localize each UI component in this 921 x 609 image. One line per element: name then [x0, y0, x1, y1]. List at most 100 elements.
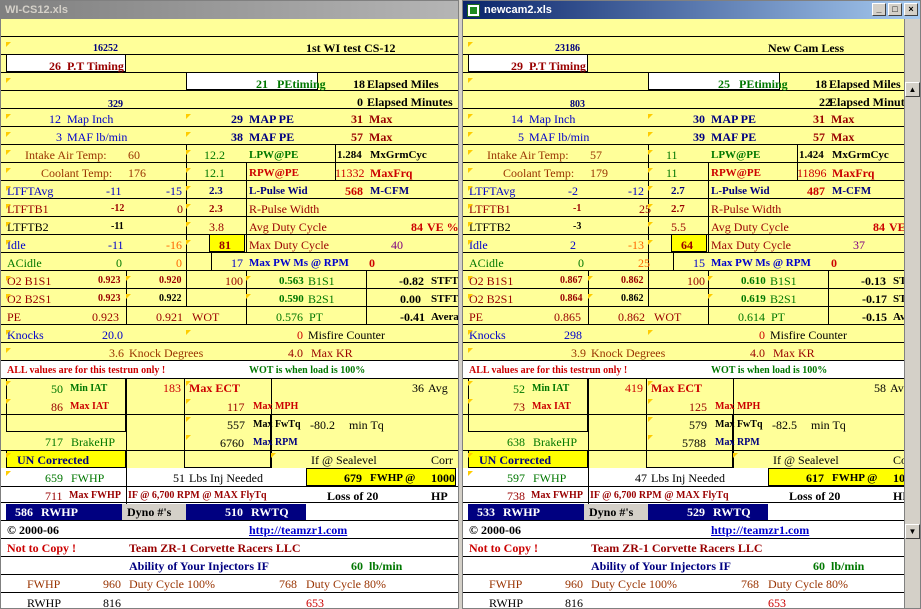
left-map-inch-value: 12 — [49, 112, 61, 126]
right-corr-label: Corr — [893, 453, 904, 467]
scroll-down-icon[interactable]: ▼ — [905, 524, 920, 539]
left-sheet[interactable]: 81 586 RWHP Dyno #'s 510 RWTQ http://teamzr1.c… — [1, 19, 458, 608]
right-ve-value: 84 — [873, 220, 885, 234]
right-top-number: 23186 — [555, 43, 580, 54]
right-max-fwhp-value: 738 — [507, 489, 525, 503]
right-misfire-value: 0 — [759, 328, 765, 342]
left-copyright-text: © 2000-06 — [7, 523, 59, 537]
right-lpulse-value: 2.7 — [671, 185, 685, 197]
right-map-max-label: Max — [831, 112, 855, 126]
minimize-icon[interactable]: _ — [872, 3, 886, 16]
right-map-inch-value: 14 — [511, 112, 523, 126]
left-fwhp-box-1000: 1000 — [431, 471, 455, 485]
right-max-duty-label: Max Duty Cycle — [711, 238, 791, 252]
right-fwhp2-label: FWHP — [489, 577, 523, 591]
left-fwhp2-label: FWHP — [27, 577, 61, 591]
left-maf-label: MAF lb/min — [67, 130, 128, 144]
right-ltftb2-a: -3 — [573, 221, 582, 232]
right-maf-value: 5 — [518, 130, 524, 144]
right-rpw-pe-value: 11 — [666, 166, 678, 180]
restore-icon[interactable]: □ — [888, 3, 902, 16]
right-b1s1-value: 0.610 — [741, 275, 766, 287]
right-maf-pe-value: 39 — [693, 130, 705, 144]
left-max-mph-label: Max MPH — [253, 401, 299, 412]
left-ltftavg-a: -11 — [106, 184, 122, 198]
left-fwhp-box-value: 679 — [344, 471, 362, 485]
left-pt-row-value: 0.576 — [276, 310, 303, 324]
vertical-scrollbar[interactable]: ▲ ▼ — [904, 19, 920, 608]
left-brakehp-value: 717 — [45, 435, 63, 449]
right-fwhp-value: 597 — [507, 471, 525, 485]
right-if-6700-note: IF @ 6,700 RPM @ MAX FlyTq — [590, 490, 729, 501]
right-rwhp2-label: RWHP — [489, 596, 524, 608]
right-pe-a: 0.865 — [554, 310, 581, 324]
right-titlebar[interactable]: newcam2.xls _ □ × — [463, 1, 920, 19]
left-if-sealevel-label: If @ Sealevel — [311, 453, 377, 467]
left-pt-timing-value: 26 — [49, 59, 61, 73]
left-rwhp-label: RWHP — [41, 505, 78, 519]
right-min-iat-value: 52 — [513, 382, 525, 396]
left-map-max-value: 31 — [351, 112, 363, 126]
left-pe-b: 0.921 — [156, 310, 183, 324]
left-ltftavg-label: LTFTAvg — [7, 184, 54, 198]
right-ltftavg-a: -2 — [568, 184, 578, 198]
left-misfire-value: 0 — [297, 328, 303, 342]
right-max-rpm-label: Max RPM — [715, 437, 760, 448]
right-maf-pe-label: MAF PE — [711, 130, 757, 144]
right-url-link[interactable]: http://teamzr1.com — [711, 522, 809, 538]
right-max-mph-label: Max MPH — [715, 401, 761, 412]
left-stft2-value: 0.00 — [400, 292, 421, 306]
left-rwhp-value: 586 — [15, 505, 33, 519]
right-lbs-label: Lbs Inj Needed — [651, 471, 725, 485]
right-fwhp-label: FWHP — [533, 471, 567, 485]
left-titlebar[interactable]: WI-CS12.xls — [1, 1, 458, 19]
close-icon[interactable]: × — [904, 3, 918, 16]
right-maf-max-value: 57 — [813, 130, 825, 144]
left-b2s1-label: B2S1 — [308, 292, 335, 306]
left-lbs-label: Lbs Inj Needed — [189, 471, 263, 485]
right-rpw-pe-label: RPW@PE — [711, 167, 761, 179]
left-rwtq-value: 510 — [225, 505, 243, 519]
left-mcfm-label: M-CFM — [370, 185, 410, 197]
left-acidle-label: ACidle — [7, 256, 42, 270]
right-iat-label: Intake Air Temp: — [487, 148, 569, 162]
left-dyno-label: Dyno #'s — [127, 505, 172, 519]
right-wot-label: WOT — [654, 310, 682, 324]
right-idle-a: 2 — [570, 238, 576, 252]
left-url-link[interactable]: http://teamzr1.com — [249, 522, 347, 538]
right-ltftb1-a: -1 — [573, 203, 582, 214]
right-map-pe-label: MAP PE — [711, 112, 756, 126]
left-ltftb2-label: LTFTB2 — [7, 220, 49, 234]
right-copyright-text: © 2000-06 — [469, 523, 521, 537]
left-max-pw-rpm: 0 — [369, 256, 375, 270]
left-map-pe-label: MAP PE — [249, 112, 294, 126]
right-workbook-window[interactable]: newcam2.xls _ □ × 64 533 RWHP Dyno #'s 529 RW… — [462, 0, 921, 609]
right-sheet[interactable]: 64 533 RWHP Dyno #'s 529 RWTQ http://teamzr1.c… — [463, 19, 904, 608]
left-max-pw-value: 17 — [231, 256, 243, 270]
right-not-copy-text: Not to Copy ! — [469, 541, 538, 555]
left-knocks-value: 20.0 — [102, 328, 123, 342]
right-hp-label: HP — [893, 489, 904, 503]
right-b1s1-label: B1S1 — [770, 274, 797, 288]
right-ability-label: Ability of Your Injectors IF — [591, 559, 731, 573]
right-maxfrq-label: MaxFrq — [832, 166, 875, 180]
right-max-fwtq-value: 579 — [689, 418, 707, 432]
left-pe-a: 0.923 — [92, 310, 119, 324]
left-b1s1-label: B1S1 — [308, 274, 335, 288]
left-b1s1-value: 0.563 — [279, 275, 304, 287]
left-avg2-label: Avg — [428, 381, 448, 395]
left-min-iat-label: Min IAT — [70, 383, 108, 394]
right-lb-min-value: 60 — [813, 559, 825, 573]
right-all-values-note: ALL values are for this testrun only ! — [469, 365, 628, 376]
right-lpw-pe-value: 11 — [666, 148, 678, 162]
scroll-up-icon[interactable]: ▲ — [905, 82, 920, 97]
left-hp-label: HP — [431, 489, 448, 503]
left-pt-row-label: PT — [309, 310, 324, 324]
left-o2b2s1-a: 0.923 — [98, 293, 121, 304]
left-brakehp-label: BrakeHP — [71, 435, 115, 449]
left-iat-value: 60 — [128, 148, 140, 162]
right-o2b1s1-label: O2 B1S1 — [469, 274, 514, 288]
left-max-duty-value: 40 — [391, 238, 403, 252]
left-workbook-window[interactable]: WI-CS12.xls 81 586 RWHP Dyno #'s 510 RWTQ http… — [0, 0, 459, 609]
right-elapsed-minutes-label: Elapsed Minute — [829, 95, 904, 109]
